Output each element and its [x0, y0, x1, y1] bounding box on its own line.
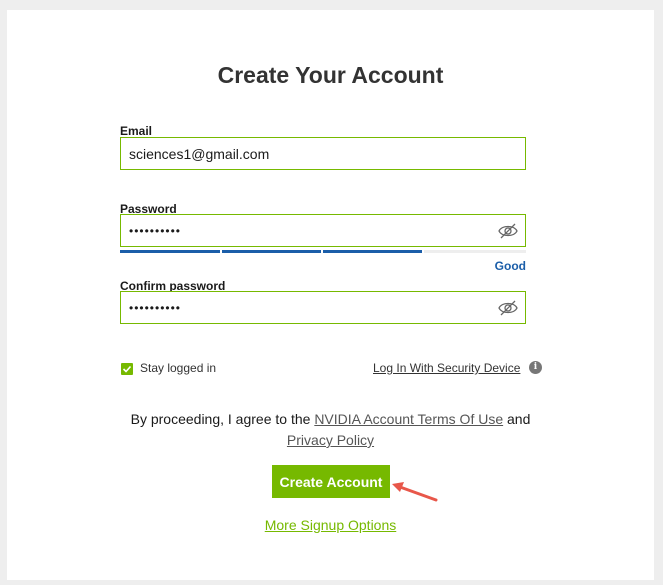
email-field-box [120, 137, 526, 170]
info-icon[interactable]: i [529, 361, 542, 374]
password-field-box [120, 214, 526, 247]
strength-segment-1 [120, 250, 220, 253]
strength-segment-4 [424, 250, 526, 253]
terms-prefix: By proceeding, I agree to the [130, 411, 311, 427]
confirm-password-field[interactable] [129, 292, 489, 323]
email-label: Email [120, 124, 153, 138]
terms-of-use-link[interactable]: NVIDIA Account Terms Of Use [314, 411, 503, 427]
stay-logged-in-checkbox[interactable] [121, 363, 133, 375]
strength-segment-2 [222, 250, 321, 253]
confirm-password-field-box [120, 291, 526, 324]
page-title: Create Your Account [217, 62, 444, 88]
password-strength-label: Good [494, 259, 526, 273]
security-device-link[interactable]: Log In With Security Device [373, 361, 520, 375]
more-signup-options-link[interactable]: More Signup Options [7, 517, 654, 533]
eye-slash-icon[interactable] [497, 298, 519, 318]
check-icon [122, 365, 132, 373]
terms-and: and [507, 411, 531, 427]
signup-card: Create Your Account Email Password Good … [7, 10, 654, 580]
privacy-policy-link[interactable]: Privacy Policy [287, 432, 374, 448]
password-field[interactable] [129, 215, 489, 246]
stay-logged-in-label[interactable]: Stay logged in [140, 361, 216, 375]
password-strength-meter [120, 250, 526, 253]
annotation-arrow [392, 482, 438, 502]
email-field[interactable] [129, 138, 489, 169]
strength-segment-3 [323, 250, 422, 253]
create-account-button[interactable]: Create Account [272, 465, 390, 498]
eye-slash-icon[interactable] [497, 221, 519, 241]
terms-text: By proceeding, I agree to the NVIDIA Acc… [7, 409, 654, 451]
